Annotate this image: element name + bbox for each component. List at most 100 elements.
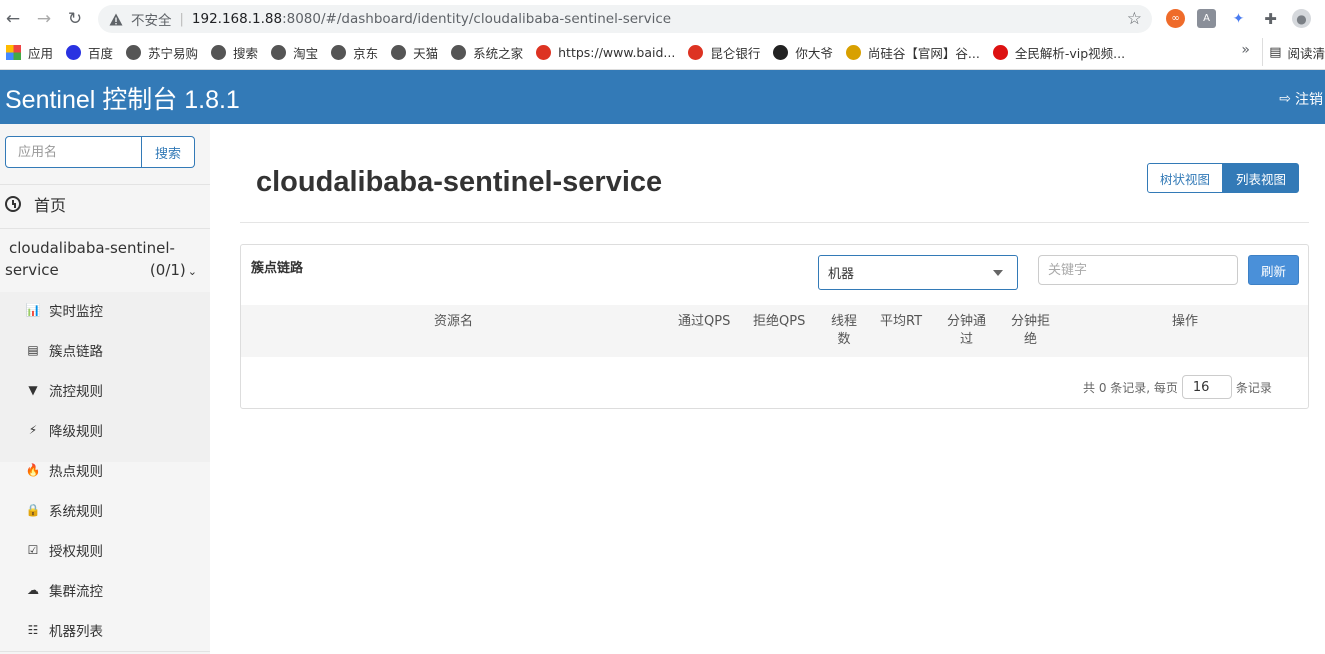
bookmark-item[interactable]: 百度 [60, 40, 120, 64]
sidebar-item-label: 授权规则 [49, 544, 103, 560]
pagination-suffix: 条记录 [1235, 380, 1272, 395]
bookmark-label: 搜索 [233, 45, 259, 61]
bookmark-item[interactable]: 天猫 [385, 40, 445, 64]
bookmark-star-icon[interactable]: ☆ [1127, 9, 1142, 29]
bookmark-item[interactable]: 尚硅谷【官网】谷... [840, 40, 987, 64]
reading-list-button[interactable]: ▤ 阅读清 [1262, 38, 1325, 66]
sidebar-item-home[interactable]: 首页 [5, 192, 66, 216]
globe-icon [451, 44, 467, 60]
title-divider [240, 222, 1309, 223]
globe-icon [211, 44, 227, 60]
sidebar-item-1[interactable]: 📊 实时监控 [26, 300, 103, 320]
check-square-icon: ☑ [27, 543, 39, 557]
tree-view-button[interactable]: 树状视图 [1147, 163, 1224, 193]
sidebar-item-label: 系统规则 [49, 504, 103, 520]
machine-select[interactable]: 机器 [818, 255, 1018, 290]
sidebar-item-6[interactable]: 🔒 系统规则 [26, 500, 103, 520]
bookmark-item[interactable]: 昆仑银行 [682, 40, 767, 64]
sidebar-item-7[interactable]: ☑ 授权规则 [26, 540, 103, 560]
bookmark-item[interactable]: 淘宝 [265, 40, 325, 64]
app-search-group: 搜索 [5, 136, 195, 168]
list-view-button[interactable]: 列表视图 [1223, 163, 1300, 193]
sidebar-item-label: 簇点链路 [49, 344, 103, 360]
app-search-input[interactable] [5, 136, 142, 168]
forward-arrow-icon[interactable]: → [33, 8, 55, 30]
main-content: cloudalibaba-sentinel-service 树状视图 列表视图 … [240, 124, 1325, 654]
extensions-puzzle-icon[interactable]: ✚ [1261, 9, 1280, 28]
th-list-icon: ☷ [27, 623, 39, 637]
col-pass-qps: 通过QPS [678, 314, 731, 329]
view-toggle: 树状视图 列表视图 [1147, 163, 1300, 193]
bookmark-item[interactable]: https://www.baid... [530, 40, 682, 64]
sidebar-item-8[interactable]: ☁ 集群流控 [26, 580, 103, 600]
page-size-input[interactable] [1181, 375, 1232, 399]
globe-icon [271, 44, 287, 60]
url-path: :8080/#/dashboard/identity/cloudalibaba-… [282, 11, 672, 27]
app-search-button[interactable]: 搜索 [142, 136, 195, 168]
bookmark-label: 百度 [88, 45, 114, 61]
col-minute-pass: 分钟通过 [947, 314, 987, 347]
extension-bird-icon[interactable]: ✦ [1229, 9, 1248, 28]
lock-icon: 🔒 [25, 503, 41, 517]
refresh-button[interactable]: 刷新 [1248, 255, 1299, 285]
profile-avatar-icon[interactable]: ● [1292, 9, 1311, 28]
col-minute-block: 分钟拒绝 [1011, 314, 1051, 347]
sidebar-item-4[interactable]: ⚡ 降级规则 [26, 420, 103, 440]
bookmark-item[interactable]: 京东 [325, 40, 385, 64]
apps-grid-icon [6, 44, 21, 60]
globe-icon [331, 44, 347, 60]
app-name-line2: service [5, 261, 59, 279]
col-resource: 资源名 [434, 314, 474, 329]
url-text[interactable]: 192.168.1.88:8080/#/dashboard/identity/c… [192, 11, 671, 27]
bookmark-item[interactable]: 你大爷 [767, 40, 840, 64]
address-row: ← → ↻ 不安全 | 192.168.1.88:8080/#/dashboar… [0, 0, 1325, 37]
bookmark-label: 昆仑银行 [710, 45, 761, 61]
back-arrow-icon[interactable]: ← [2, 8, 24, 30]
extension-infinity-icon[interactable]: ∞ [1166, 9, 1185, 28]
warning-icon[interactable] [108, 11, 124, 27]
col-operations: 操作 [1172, 314, 1199, 329]
bookmark-item[interactable]: 苏宁易购 [120, 40, 205, 64]
reading-list-label: 阅读清 [1287, 45, 1325, 61]
sidebar-item-9[interactable]: ☷ 机器列表 [26, 620, 103, 640]
keyword-input[interactable] [1038, 255, 1238, 285]
bookmark-label: https://www.baid... [558, 44, 676, 60]
dashboard-clock-icon [5, 196, 21, 212]
logout-link[interactable]: ⇨ 注销 [1279, 89, 1323, 109]
brand-title[interactable]: Sentinel 控制台 1.8.1 [5, 80, 240, 116]
sidebar-item-label: 实时监控 [49, 304, 103, 320]
sidebar-item-3[interactable]: ▼ 流控规则 [26, 380, 103, 400]
insecure-label: 不安全 [131, 13, 172, 29]
bookmark-label: 苏宁易购 [148, 45, 199, 61]
sidebar-divider [0, 651, 210, 652]
extension-angular-icon[interactable]: A [1197, 9, 1216, 28]
globe-icon [126, 44, 142, 60]
sidebar-item-label: 机器列表 [49, 624, 103, 640]
sidebar-item-5[interactable]: 🔥 热点规则 [26, 460, 103, 480]
bookmark-label: 你大爷 [795, 45, 833, 61]
app-machine-count: (0/1) ⌄ [149, 261, 197, 279]
table-header: 资源名 通过QPS 拒绝QPS 线程数 平均RT 分钟通过 分钟拒绝 操作 [241, 305, 1308, 357]
bookmark-label: 系统之家 [473, 45, 524, 61]
shangguigu-icon [845, 44, 861, 60]
reload-icon[interactable]: ↻ [64, 8, 86, 30]
bookmark-label: 淘宝 [293, 45, 319, 61]
sidebar-item-2[interactable]: ▤ 簇点链路 [26, 340, 103, 360]
pagination-prefix: 共 0 条记录, 每页 [1083, 380, 1178, 395]
globe-icon [391, 44, 407, 60]
sidebar-app-toggle[interactable]: cloudalibaba-sentinel- service (0/1) ⌄ [5, 237, 197, 283]
omnibox-separator: | [179, 11, 184, 27]
bookmark-item[interactable]: 全民解析-vip视频... [987, 40, 1132, 64]
intellij-icon [773, 44, 789, 60]
flash-icon: ⚡ [28, 423, 38, 437]
panel-title: 簇点链路 [251, 261, 304, 276]
chevron-down-icon: ⌄ [187, 265, 197, 278]
bookmark-item[interactable]: 搜索 [205, 40, 265, 64]
list-icon: ▤ [27, 343, 39, 357]
bookmark-item[interactable]: 系统之家 [445, 40, 530, 64]
sidebar-divider [0, 184, 210, 185]
omnibox[interactable]: 不安全 | 192.168.1.88:8080/#/dashboard/iden… [98, 5, 1152, 33]
bookmarks-bar: 应用 百度 苏宁易购 搜索 淘宝 京东 天猫 系统之家 https://www.baid... 昆… [0, 38, 1325, 66]
bookmark-item[interactable]: 应用 [0, 40, 60, 64]
bookmarks-more-icon[interactable]: » [1241, 42, 1250, 58]
